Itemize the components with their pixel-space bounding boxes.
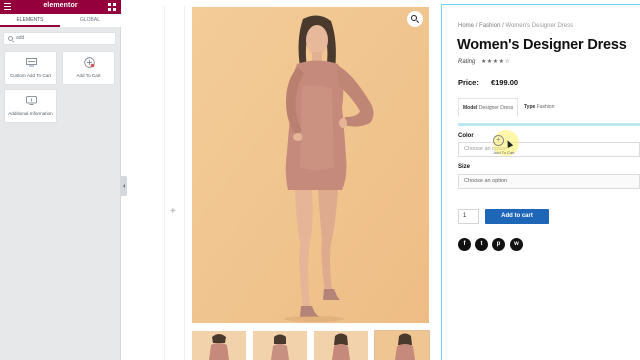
breadcrumb-home[interactable]: Home	[458, 23, 474, 29]
panel-collapse-handle[interactable]	[121, 176, 127, 196]
color-label: Color	[458, 133, 474, 139]
quantity-input[interactable]: 1	[458, 209, 479, 224]
add-widget-icon[interactable]: +	[170, 207, 176, 217]
widgets-grid-icon[interactable]	[108, 3, 116, 11]
product-thumbnail[interactable]	[374, 330, 430, 360]
price-row: Price: €199.00	[458, 78, 518, 87]
custom-cart-icon	[26, 58, 37, 67]
widget-custom-add-to-cart[interactable]: Custom Add To Cart	[4, 51, 57, 85]
star-rating: ★★★★☆	[481, 59, 511, 65]
attribute-value: Designer Dress	[478, 105, 514, 111]
widget-search-input[interactable]: add	[3, 32, 116, 45]
thumbnail-image	[192, 331, 246, 360]
zoom-icon	[411, 15, 417, 21]
product-thumbnail[interactable]	[192, 331, 246, 360]
product-thumbnail[interactable]	[314, 331, 368, 360]
widget-search-value: add	[16, 35, 25, 41]
pinterest-icon[interactable]: p	[492, 238, 505, 251]
attribute-model: Model Designer Dress	[458, 98, 519, 116]
size-select[interactable]: Choose an option	[458, 174, 640, 189]
attribute-tabs: Model Designer Dress Type Fashion	[458, 98, 640, 116]
dragged-widget-label: Add To Cart	[493, 150, 515, 155]
add-to-cart-button[interactable]: Add to cart	[485, 209, 549, 224]
size-label: Size	[458, 164, 471, 170]
product-thumbnail[interactable]	[253, 331, 307, 360]
drop-placeholder-line	[458, 123, 640, 126]
elementor-panel: elementor ELEMENTS GLOBAL add Custom Add…	[0, 0, 121, 360]
widget-additional-information[interactable]: Additional Information	[4, 89, 57, 123]
thumbnail-image	[314, 331, 368, 360]
widget-label: Add To Cart	[76, 73, 101, 78]
breadcrumb: Home / Fashion / Women's Designer Dress	[458, 23, 573, 29]
twitter-icon[interactable]: t	[475, 238, 488, 251]
widget-label: Custom Add To Cart	[9, 73, 52, 78]
breadcrumb-current: Women's Designer Dress	[505, 23, 574, 29]
empty-column	[164, 6, 185, 360]
product-main-image[interactable]	[192, 7, 429, 323]
image-zoom-button[interactable]	[407, 11, 423, 27]
attribute-value: Fashion	[536, 104, 555, 110]
panel-header: elementor	[0, 0, 121, 14]
search-icon	[8, 36, 13, 41]
panel-tabs: ELEMENTS GLOBAL	[0, 14, 121, 27]
model-photo	[192, 7, 429, 323]
tab-elements[interactable]: ELEMENTS	[0, 14, 60, 27]
dragged-widget[interactable]: Add To Cart	[489, 132, 519, 157]
widget-label: Additional Information	[8, 111, 53, 116]
info-icon	[26, 96, 37, 105]
thumbnail-image	[253, 331, 307, 360]
rating-row: Rating ★★★★☆	[458, 58, 510, 65]
tab-global[interactable]: GLOBAL	[60, 14, 120, 27]
widget-add-to-cart[interactable]: Add To Cart	[62, 51, 115, 85]
price-label: Price:	[458, 78, 479, 87]
add-to-cart-icon	[84, 57, 95, 68]
product-price: €199.00	[490, 78, 519, 87]
rating-label: Rating	[458, 59, 476, 65]
panel-brand: elementor	[43, 2, 78, 9]
whatsapp-icon[interactable]: w	[510, 238, 523, 251]
add-to-cart-icon	[493, 135, 504, 146]
attribute-label: Type	[524, 104, 536, 110]
attribute-label: Model	[463, 105, 478, 111]
attribute-type: Type Fashion	[520, 98, 559, 116]
facebook-icon[interactable]: f	[458, 238, 471, 251]
breadcrumb-category[interactable]: Fashion	[479, 23, 500, 29]
product-title: Women's Designer Dress	[457, 37, 627, 53]
thumbnail-image	[375, 331, 429, 360]
